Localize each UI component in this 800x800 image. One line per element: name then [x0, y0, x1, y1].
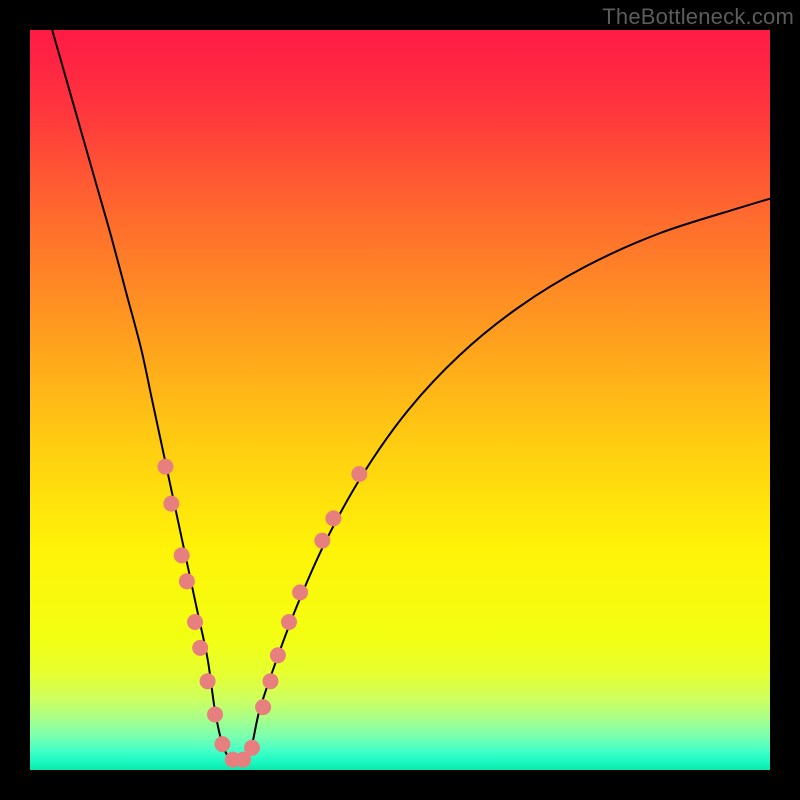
data-marker	[263, 673, 279, 689]
data-marker	[179, 573, 195, 589]
data-marker	[163, 496, 179, 512]
curve-layer	[30, 30, 770, 770]
data-marker	[351, 466, 367, 482]
data-marker	[192, 640, 208, 656]
watermark-text: TheBottleneck.com	[602, 4, 794, 30]
marker-group	[157, 459, 367, 768]
data-marker	[200, 673, 216, 689]
data-marker	[270, 647, 286, 663]
data-marker	[244, 740, 260, 756]
data-marker	[214, 736, 230, 752]
data-marker	[281, 614, 297, 630]
bottleneck-curve	[52, 30, 770, 763]
plot-area	[30, 30, 770, 770]
data-marker	[187, 614, 203, 630]
data-marker	[314, 533, 330, 549]
data-marker	[157, 459, 173, 475]
data-marker	[174, 547, 190, 563]
data-marker	[325, 510, 341, 526]
data-marker	[207, 707, 223, 723]
data-marker	[255, 699, 271, 715]
chart-frame: TheBottleneck.com	[0, 0, 800, 800]
data-marker	[292, 584, 308, 600]
